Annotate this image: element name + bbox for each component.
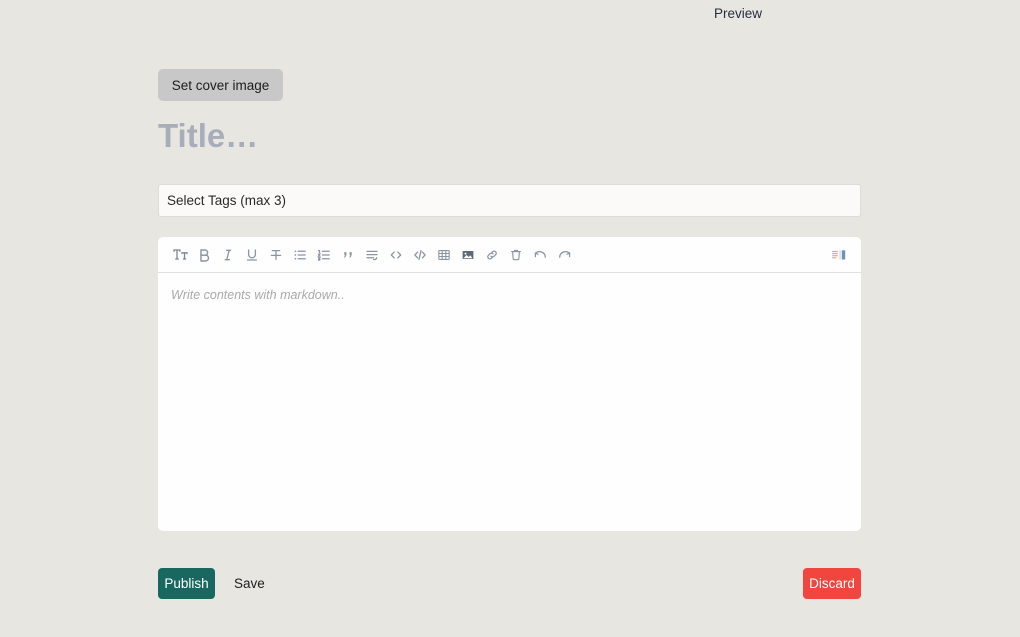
markdown-editor: Write contents with markdown.. <box>158 237 861 531</box>
strikethrough-icon[interactable] <box>264 243 288 267</box>
image-icon[interactable] <box>456 243 480 267</box>
table-icon[interactable] <box>432 243 456 267</box>
set-cover-image-button[interactable]: Set cover image <box>158 69 283 101</box>
inline-code-icon[interactable] <box>384 243 408 267</box>
publish-button[interactable]: Publish <box>158 568 215 599</box>
title-input[interactable] <box>158 113 858 158</box>
toolbar-left-group <box>168 243 576 267</box>
link-icon[interactable] <box>480 243 504 267</box>
discard-button[interactable]: Discard <box>803 568 861 599</box>
trash-icon[interactable] <box>504 243 528 267</box>
redo-icon[interactable] <box>552 243 576 267</box>
save-button[interactable]: Save <box>234 575 265 592</box>
preview-link[interactable]: Preview <box>714 5 762 22</box>
undo-icon[interactable] <box>528 243 552 267</box>
bullet-list-icon[interactable] <box>288 243 312 267</box>
top-bar: Preview <box>0 0 1020 30</box>
editor-placeholder: Write contents with markdown.. <box>171 288 345 302</box>
numbered-list-icon[interactable] <box>312 243 336 267</box>
underline-icon[interactable] <box>240 243 264 267</box>
split-view-icon[interactable] <box>827 243 851 267</box>
tags-input[interactable] <box>158 184 861 217</box>
editor-toolbar <box>158 237 861 273</box>
heading-icon[interactable] <box>168 243 192 267</box>
indent-icon[interactable] <box>360 243 384 267</box>
italic-icon[interactable] <box>216 243 240 267</box>
blockquote-icon[interactable] <box>336 243 360 267</box>
code-block-icon[interactable] <box>408 243 432 267</box>
bold-icon[interactable] <box>192 243 216 267</box>
editor-content-area[interactable]: Write contents with markdown.. <box>158 273 861 531</box>
